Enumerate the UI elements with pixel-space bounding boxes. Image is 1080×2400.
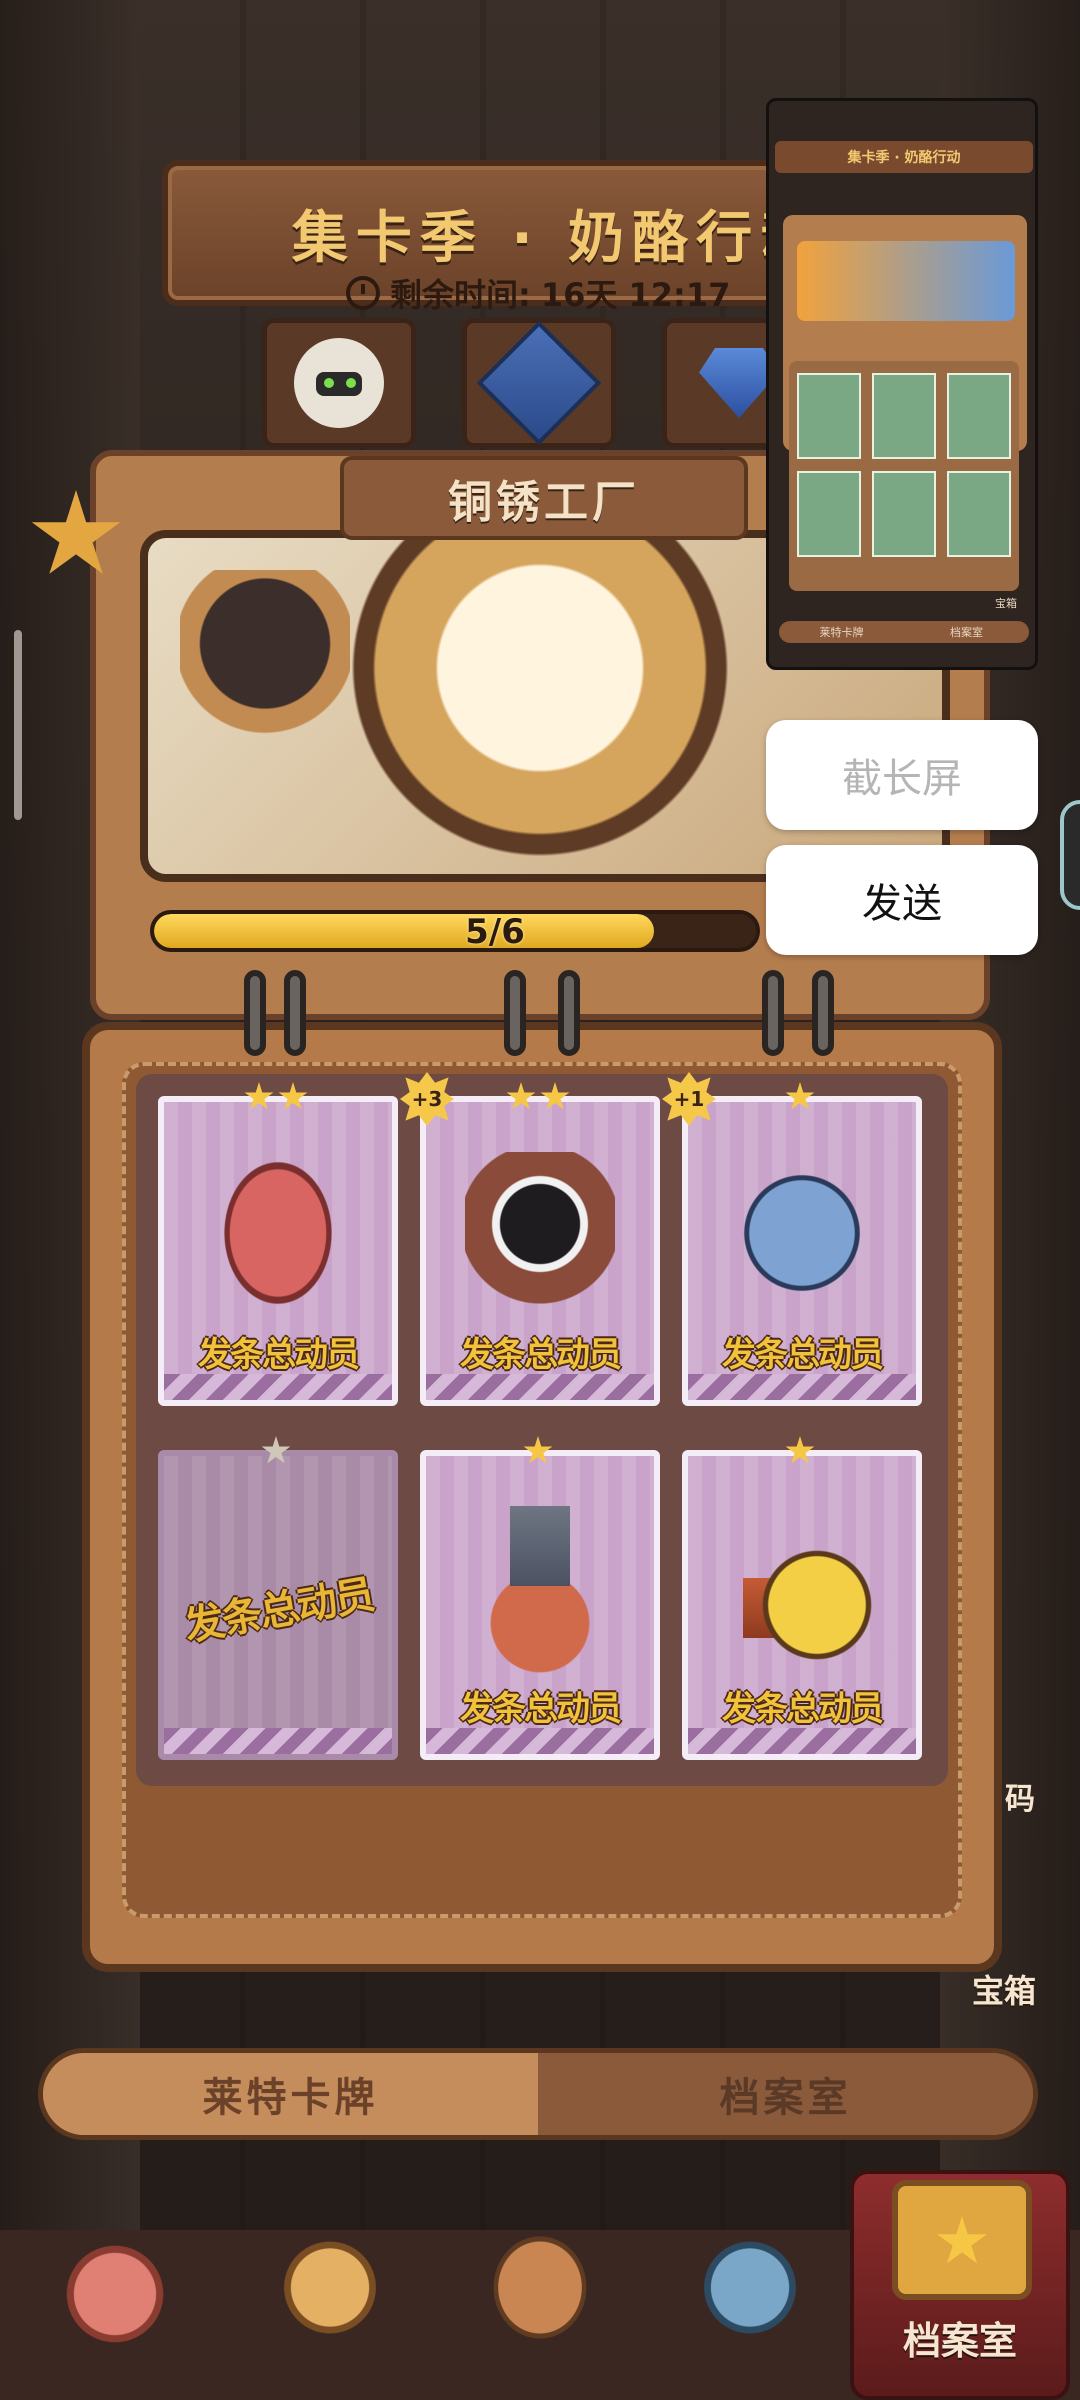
binder-ring: [504, 970, 526, 1056]
cube-icon: [476, 320, 602, 446]
binder-ring: [244, 970, 266, 1056]
edge-panel-handle[interactable]: [1060, 800, 1080, 910]
goggles-icon: [685, 2216, 815, 2346]
collection-card[interactable]: 发条总动员: [158, 1096, 398, 1406]
card-stripe: [426, 1728, 654, 1754]
card-label: 发条总动员: [460, 1335, 622, 1375]
collection-card[interactable]: 发条总动员: [420, 1096, 660, 1406]
binder-ring: [558, 970, 580, 1056]
duplicate-count-badge: +1: [662, 1072, 716, 1126]
thumbnail-card: [797, 471, 861, 557]
card-stripe: [426, 1374, 654, 1400]
side-badge-label[interactable]: 码: [1000, 1774, 1040, 1818]
clock-icon: [346, 276, 380, 310]
collection-card[interactable]: 发条总动员: [682, 1096, 922, 1406]
lunchbox-icon: [265, 2216, 395, 2346]
tab-bar: 莱特卡牌 档案室: [38, 2048, 1038, 2140]
collection-card[interactable]: 发条总动员: [158, 1450, 398, 1760]
card-stripe: [164, 1728, 392, 1754]
bomb-clock-icon: [727, 1506, 877, 1686]
thumbnail-card: [947, 373, 1011, 459]
thumbnail-card: [947, 471, 1011, 557]
nav-star-chest[interactable]: [40, 2196, 190, 2366]
countdown-timer: 剩余时间: 16天 12:17: [346, 268, 730, 318]
chest-label[interactable]: 宝箱: [944, 1966, 1064, 2012]
thumbnail-card: [872, 471, 936, 557]
card-label: 发条总动员: [722, 1689, 884, 1729]
thumbnail-card: [872, 373, 936, 459]
robot-illustration: [180, 570, 350, 780]
bottle-icon: [465, 1506, 615, 1686]
album-title-plate: 铜锈工厂: [340, 456, 748, 540]
card-stripe: [688, 1374, 916, 1400]
long-screenshot-button[interactable]: 截长屏: [766, 720, 1038, 830]
thumbnail-artwork: [797, 241, 1015, 321]
thumbnail-corner-label: 宝箱: [995, 597, 1017, 610]
tab-cards[interactable]: 莱特卡牌: [43, 2053, 538, 2135]
card-label: 发条总动员: [181, 1571, 377, 1651]
card-label: 发条总动员: [460, 1689, 622, 1729]
category-robot[interactable]: [262, 318, 416, 448]
thumbnail-tab-2: 档案室: [950, 626, 983, 639]
nav-controller[interactable]: [465, 2196, 615, 2366]
card-stripe: [688, 1728, 916, 1754]
binder-ring: [284, 970, 306, 1056]
tab-archive[interactable]: 档案室: [538, 2053, 1033, 2135]
thumbnail-tabs: 莱特卡牌 档案室: [779, 621, 1029, 643]
blimp-icon: [203, 1152, 353, 1332]
category-cube[interactable]: [462, 318, 616, 448]
progress-text: 5/6: [465, 912, 525, 952]
screenshot-thumbnail[interactable]: 集卡季 · 奶酪行动 莱特卡牌 档案室 宝箱: [766, 98, 1038, 670]
collection-card[interactable]: 发条总动员: [420, 1450, 660, 1760]
nav-archive-label[interactable]: 档案室: [850, 2310, 1070, 2365]
collection-card[interactable]: 发条总动员: [682, 1450, 922, 1760]
knight-icon: [727, 1152, 877, 1332]
thumbnail-title: 集卡季 · 奶酪行动: [775, 141, 1033, 173]
album-title: 铜锈工厂: [448, 477, 640, 528]
thumbnail-tab-1: 莱特卡牌: [819, 626, 864, 639]
send-button[interactable]: 发送: [766, 845, 1038, 955]
timer-value: 16天 12:17: [540, 276, 731, 314]
card-label: 发条总动员: [722, 1335, 884, 1375]
binder-ring: [812, 970, 834, 1056]
controller-icon: [475, 2216, 605, 2346]
page-title: 集卡季 · 奶酪行动: [291, 205, 825, 271]
robot-icon: [294, 338, 384, 428]
thumbnail-card: [797, 373, 861, 459]
robot-plane-icon: [465, 1152, 615, 1332]
cat-boss-illustration: [340, 520, 740, 890]
binder-ring: [762, 970, 784, 1056]
duplicate-count-badge: +3: [400, 1072, 454, 1126]
nav-lunchbox[interactable]: [255, 2196, 405, 2366]
timer-prefix: 剩余时间:: [390, 276, 531, 314]
card-label: 发条总动员: [198, 1335, 360, 1375]
thumbnail-cards: [789, 361, 1019, 591]
card-stripe: [164, 1374, 392, 1400]
nav-goggles[interactable]: [675, 2196, 825, 2366]
scroll-indicator[interactable]: [14, 630, 22, 820]
star-chest-icon: [50, 2216, 180, 2346]
